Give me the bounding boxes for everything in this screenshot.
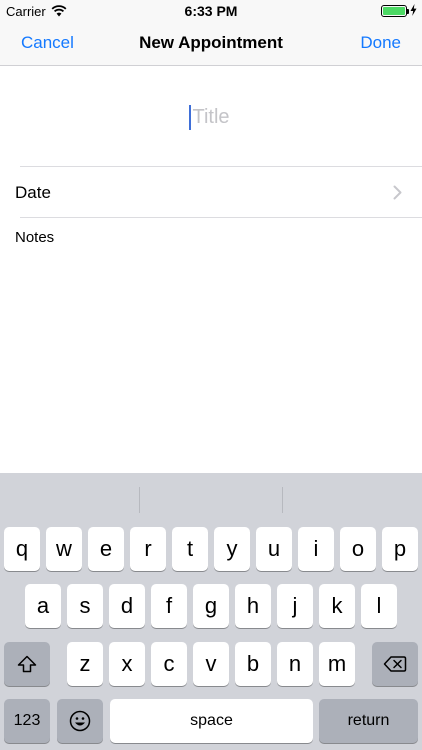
key-x[interactable]: x xyxy=(109,642,145,686)
key-f[interactable]: f xyxy=(151,584,187,628)
done-button[interactable]: Done xyxy=(360,33,401,53)
key-j[interactable]: j xyxy=(277,584,313,628)
navigation-bar: Cancel New Appointment Done xyxy=(0,22,422,66)
shift-icon xyxy=(17,655,37,673)
key-h[interactable]: h xyxy=(235,584,271,628)
delete-key[interactable] xyxy=(372,642,418,686)
key-t[interactable]: t xyxy=(172,527,208,571)
key-r[interactable]: r xyxy=(130,527,166,571)
notes-label: Notes xyxy=(15,229,55,246)
battery-fill xyxy=(383,7,405,15)
battery-tip xyxy=(407,9,409,14)
date-label: Date xyxy=(15,183,51,202)
predictive-bar xyxy=(0,473,422,515)
emoji-icon xyxy=(69,710,91,732)
chevron-right-icon xyxy=(393,185,402,200)
key-d[interactable]: d xyxy=(109,584,145,628)
key-y[interactable]: y xyxy=(214,527,250,571)
date-row[interactable]: Date xyxy=(0,167,422,218)
shift-key[interactable] xyxy=(4,642,50,686)
key-a[interactable]: a xyxy=(25,584,61,628)
emoji-key[interactable] xyxy=(57,699,103,743)
key-e[interactable]: e xyxy=(88,527,124,571)
battery-icon xyxy=(381,5,407,17)
key-k[interactable]: k xyxy=(319,584,355,628)
key-m[interactable]: m xyxy=(319,642,355,686)
page-title: New Appointment xyxy=(139,33,283,52)
key-l[interactable]: l xyxy=(361,584,397,628)
numbers-key[interactable]: 123 xyxy=(4,699,50,743)
delete-icon xyxy=(383,656,407,672)
text-cursor xyxy=(189,105,191,130)
space-key[interactable]: space xyxy=(110,699,313,743)
title-field xyxy=(0,66,422,167)
key-p[interactable]: p xyxy=(382,527,418,571)
clock: 6:33 PM xyxy=(184,3,238,19)
keyboard: q w e r t y u i o p a s d f g h j k l z … xyxy=(0,473,422,750)
key-c[interactable]: c xyxy=(151,642,187,686)
key-g[interactable]: g xyxy=(193,584,229,628)
status-bar: Carrier 6:33 PM xyxy=(0,0,422,22)
key-z[interactable]: z xyxy=(67,642,103,686)
divider xyxy=(20,217,422,218)
key-q[interactable]: q xyxy=(4,527,40,571)
key-u[interactable]: u xyxy=(256,527,292,571)
key-i[interactable]: i xyxy=(298,527,334,571)
key-b[interactable]: b xyxy=(235,642,271,686)
predictive-separator xyxy=(139,487,140,513)
key-v[interactable]: v xyxy=(193,642,229,686)
key-n[interactable]: n xyxy=(277,642,313,686)
key-w[interactable]: w xyxy=(46,527,82,571)
predictive-separator xyxy=(282,487,283,513)
key-o[interactable]: o xyxy=(340,527,376,571)
key-s[interactable]: s xyxy=(67,584,103,628)
notes-area[interactable] xyxy=(0,222,422,472)
title-input[interactable] xyxy=(60,104,362,130)
return-key[interactable]: return xyxy=(319,699,418,743)
charging-icon xyxy=(410,4,417,16)
